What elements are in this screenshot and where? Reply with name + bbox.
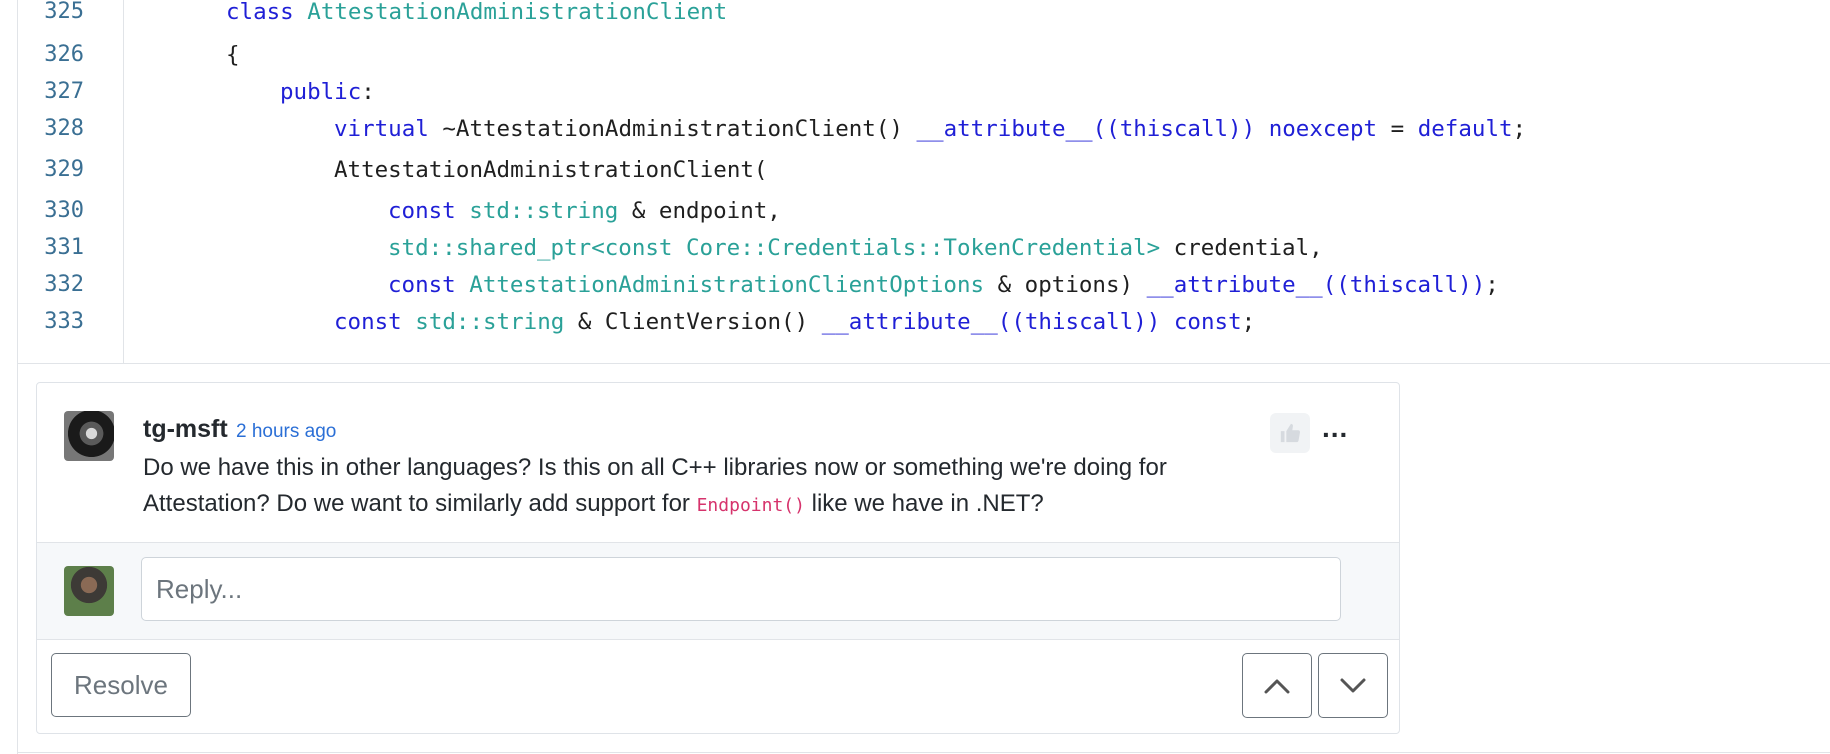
comment-body-text-end: like we have in .NET?: [804, 490, 1044, 517]
code-token: & options): [984, 272, 1147, 298]
chevron-down-icon: [1340, 678, 1366, 692]
code-token: AttestationAdministrationClientOptions: [469, 272, 985, 298]
chevron-up-icon: [1264, 679, 1290, 693]
code-line: 328 virtual ~AttestationAdministrationCli…: [18, 111, 1830, 147]
code-line: 331 std::shared_ptr<const Core::Credentia…: [18, 230, 1830, 266]
code-token: ;: [1241, 309, 1256, 335]
code-text: std::shared_ptr<const Core::Credentials:…: [388, 230, 1323, 266]
line-number[interactable]: 329: [18, 152, 84, 188]
code-token: =: [1377, 116, 1418, 142]
code-token: std::string: [415, 309, 565, 335]
code-token: credential,: [1160, 235, 1323, 261]
code-text: public:: [280, 74, 375, 110]
comment-author[interactable]: tg-msft: [143, 415, 228, 444]
line-number[interactable]: 330: [18, 193, 84, 229]
comment-body: Do we have this in other languages? Is t…: [143, 450, 1223, 524]
code-line: 330 const std::string & endpoint,: [18, 193, 1830, 229]
resolve-button[interactable]: Resolve: [51, 653, 191, 717]
code-token: const: [334, 309, 416, 335]
code-view: 325 class AttestationAdministrationClient…: [18, 0, 1830, 364]
code-token: virtual: [334, 116, 443, 142]
code-text: {: [226, 37, 240, 73]
code-bottom-border: [18, 363, 1830, 364]
code-token: const: [388, 272, 470, 298]
code-line: 329 AttestationAdministrationClient(: [18, 152, 1830, 188]
line-number[interactable]: 324: [18, 0, 84, 6]
code-text: virtual ~AttestationAdministrationClient…: [334, 111, 1526, 147]
code-token: __attribute__((thiscall)) const: [821, 309, 1242, 335]
diff-frame-bottom-border: [17, 752, 1830, 753]
line-number[interactable]: 327: [18, 74, 84, 110]
code-token: __attribute__((thiscall)) noexcept: [916, 116, 1378, 142]
code-token: default: [1417, 116, 1513, 142]
code-token: {: [226, 42, 240, 68]
code-text: AttestationAdministrationClient(: [334, 152, 767, 188]
line-number[interactable]: 328: [18, 111, 84, 147]
current-user-avatar: [64, 566, 114, 616]
code-line: 332 const AttestationAdministrationClient…: [18, 267, 1830, 303]
thumbs-up-icon: [1280, 423, 1301, 443]
line-number[interactable]: 326: [18, 37, 84, 73]
code-token: public: [280, 79, 362, 105]
code-text: const AttestationAdministrationClientOpt…: [388, 267, 1499, 303]
line-number[interactable]: 332: [18, 267, 84, 303]
code-line: 333 const std::string & ClientVersion() _…: [18, 304, 1830, 340]
more-options-button[interactable]: ...: [1322, 414, 1348, 442]
code-token: & ClientVersion(): [564, 309, 822, 335]
previous-comment-button[interactable]: [1242, 653, 1312, 718]
line-number[interactable]: 333: [18, 304, 84, 340]
reply-input[interactable]: [141, 557, 1341, 621]
code-line: 327 public:: [18, 74, 1830, 110]
code-text: const std::string & endpoint,: [388, 193, 781, 229]
code-token: AttestationAdministrationClient(: [334, 157, 768, 183]
code-line-partial: 324: [18, 0, 1830, 6]
code-text: const std::string & ClientVersion() __at…: [334, 304, 1255, 340]
code-token: std::shared_ptr<const Core::Credentials:…: [388, 235, 1161, 261]
code-token: :: [361, 79, 375, 105]
comment-timestamp[interactable]: 2 hours ago: [236, 421, 336, 443]
line-number[interactable]: 331: [18, 230, 84, 266]
code-token: __attribute__((thiscall)): [1146, 272, 1486, 298]
code-token: const: [388, 198, 470, 224]
next-comment-button[interactable]: [1318, 653, 1388, 718]
inline-code: Endpoint(): [696, 495, 805, 516]
code-token: std::string: [469, 198, 619, 224]
avatar[interactable]: [64, 411, 114, 461]
code-token: ;: [1512, 116, 1527, 142]
code-token: & endpoint,: [618, 198, 781, 224]
code-token: ;: [1485, 272, 1499, 298]
code-line: 326 {: [18, 37, 1830, 73]
code-token: ~AttestationAdministrationClient(): [442, 116, 917, 142]
like-button[interactable]: [1270, 413, 1310, 453]
